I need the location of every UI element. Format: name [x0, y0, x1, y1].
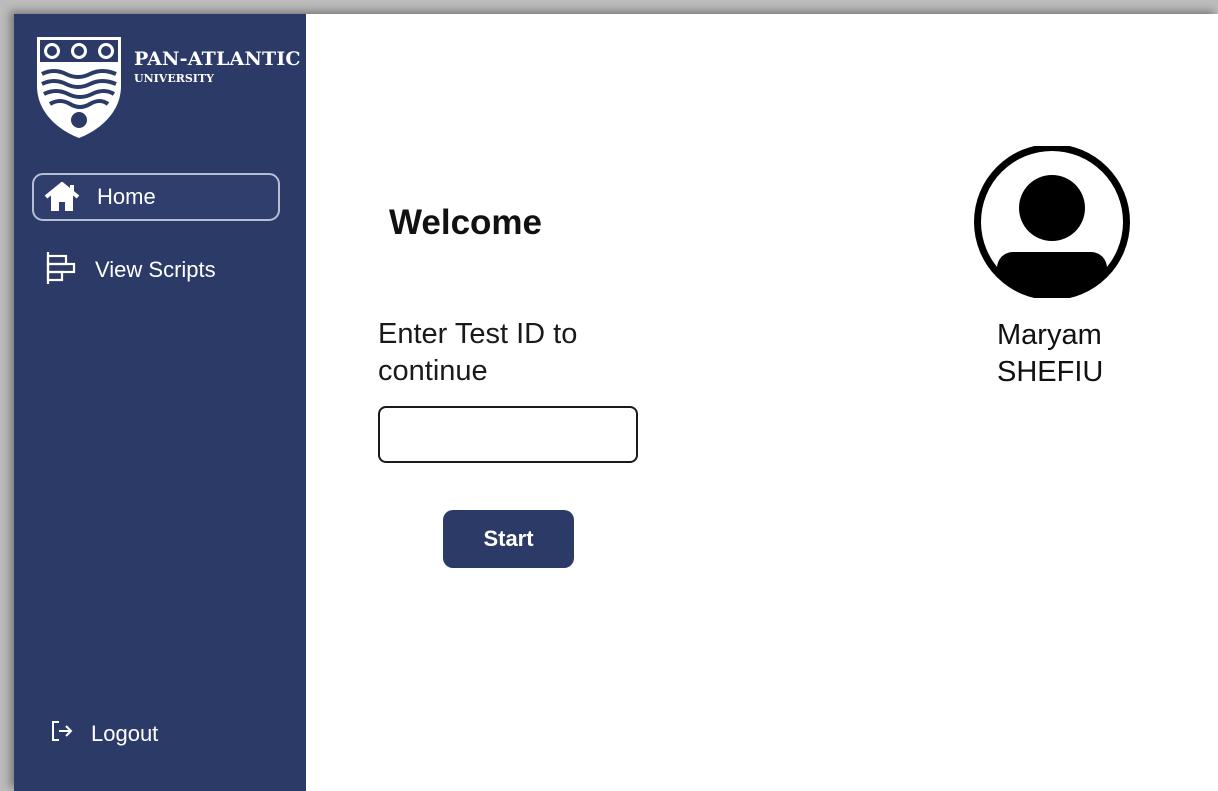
sidebar-item-home[interactable]: Home [32, 173, 280, 221]
logout-label: Logout [91, 721, 159, 746]
sidebar-item-label: Home [97, 184, 156, 209]
sidebar: PAN-ATLANTIC UNIVERSITY Home View Script… [14, 14, 306, 791]
brand-name: PAN-ATLANTIC [134, 48, 301, 70]
user-first-name: Maryam [997, 319, 1102, 351]
test-id-prompt: Enter Test ID to continue [378, 318, 578, 387]
app-window: PAN-ATLANTIC UNIVERSITY Home View Script… [14, 14, 1218, 791]
university-logo: PAN-ATLANTIC UNIVERSITY [34, 34, 301, 142]
home-icon [42, 181, 82, 213]
sidebar-item-view-scripts[interactable]: View Scripts [32, 246, 280, 294]
brand-subtitle: UNIVERSITY [134, 72, 214, 85]
user-name: Maryam SHEFIU [997, 317, 1103, 391]
scripts-icon [40, 252, 80, 284]
sidebar-item-label: View Scripts [95, 257, 216, 282]
crest-icon [37, 37, 121, 138]
logout-button[interactable]: Logout [50, 714, 250, 754]
page-title: Welcome [389, 203, 543, 242]
logout-icon [50, 719, 74, 749]
start-button[interactable]: Start [443, 510, 574, 568]
test-id-input[interactable] [378, 406, 638, 463]
user-avatar-icon [969, 144, 1135, 300]
user-last-name: SHEFIU [997, 356, 1104, 388]
